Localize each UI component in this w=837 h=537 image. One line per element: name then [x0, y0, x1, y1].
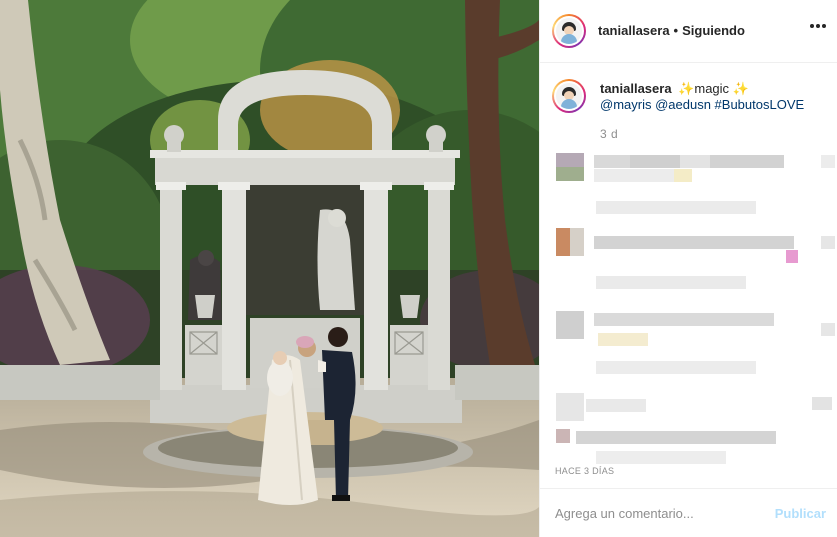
avatar-image [556, 18, 582, 44]
blurred-text [821, 155, 835, 168]
blurred-text [821, 236, 835, 249]
blurred-text [821, 323, 835, 336]
caption-time[interactable]: 3 d [600, 126, 804, 142]
sparkle-icon: ✨ [732, 81, 749, 96]
blurred-text [674, 169, 692, 182]
blurred-text [786, 250, 798, 263]
avatar-ring [554, 81, 584, 111]
caption-avatar[interactable] [552, 79, 586, 113]
post-photo[interactable] [0, 0, 539, 537]
blurred-avatar [556, 429, 570, 443]
blurred-text [596, 361, 756, 374]
blurred-avatar [556, 228, 584, 256]
post-sidebar: taniallasera • Siguiendo taniallasera ✨m… [539, 0, 837, 537]
blurred-text [812, 397, 832, 410]
comment-input[interactable] [555, 505, 775, 521]
blurred-text [596, 276, 746, 289]
header-username[interactable]: taniallasera [598, 23, 670, 39]
avatar-ring [554, 16, 584, 46]
blurred-text [596, 451, 726, 464]
blurred-avatar [556, 311, 584, 339]
blurred-avatar [556, 153, 584, 181]
blurred-text [594, 313, 774, 326]
caption-username[interactable]: taniallasera [600, 81, 672, 96]
post-header: taniallasera • Siguiendo [540, 0, 837, 63]
blurred-avatar [556, 393, 584, 421]
avatar[interactable] [552, 14, 586, 48]
blurred-text [576, 431, 776, 444]
blurred-text [594, 155, 630, 168]
comment-bar: Publicar [540, 488, 837, 537]
post-caption: taniallasera ✨magic ✨ @mayris @aedusn #B… [552, 79, 804, 142]
header-separator: • [673, 23, 679, 38]
blurred-text [586, 399, 646, 412]
avatar-body [561, 99, 577, 109]
post-photo-illustration [0, 0, 539, 537]
more-options-icon[interactable] [810, 24, 826, 28]
blurred-text [710, 155, 784, 168]
caption-body: taniallasera ✨magic ✨ @mayris @aedusn #B… [600, 81, 804, 142]
caption-mentions[interactable]: @mayris @aedusn #BubutosLOVE [600, 97, 804, 113]
blurred-text [630, 155, 680, 168]
more-dot [816, 24, 820, 28]
comments-list[interactable]: taniallasera ✨magic ✨ @mayris @aedusn #B… [540, 63, 837, 486]
blurred-text [680, 155, 710, 168]
follow-status-button[interactable]: Siguiendo [682, 23, 745, 39]
blurred-text [594, 236, 794, 249]
more-dot [810, 24, 814, 28]
caption-text: magic [694, 81, 730, 96]
sparkle-icon: ✨ [678, 81, 695, 96]
caption-line: taniallasera ✨magic ✨ [600, 81, 804, 97]
post-timestamp[interactable]: HACE 3 DÍAS [555, 466, 614, 476]
avatar-body [561, 34, 577, 44]
avatar-image [556, 83, 582, 109]
publish-button[interactable]: Publicar [775, 506, 826, 521]
blurred-text [594, 169, 674, 182]
header-text: taniallasera • Siguiendo [598, 23, 745, 39]
blurred-text [598, 333, 648, 346]
more-dot [822, 24, 826, 28]
blurred-text [596, 201, 756, 214]
